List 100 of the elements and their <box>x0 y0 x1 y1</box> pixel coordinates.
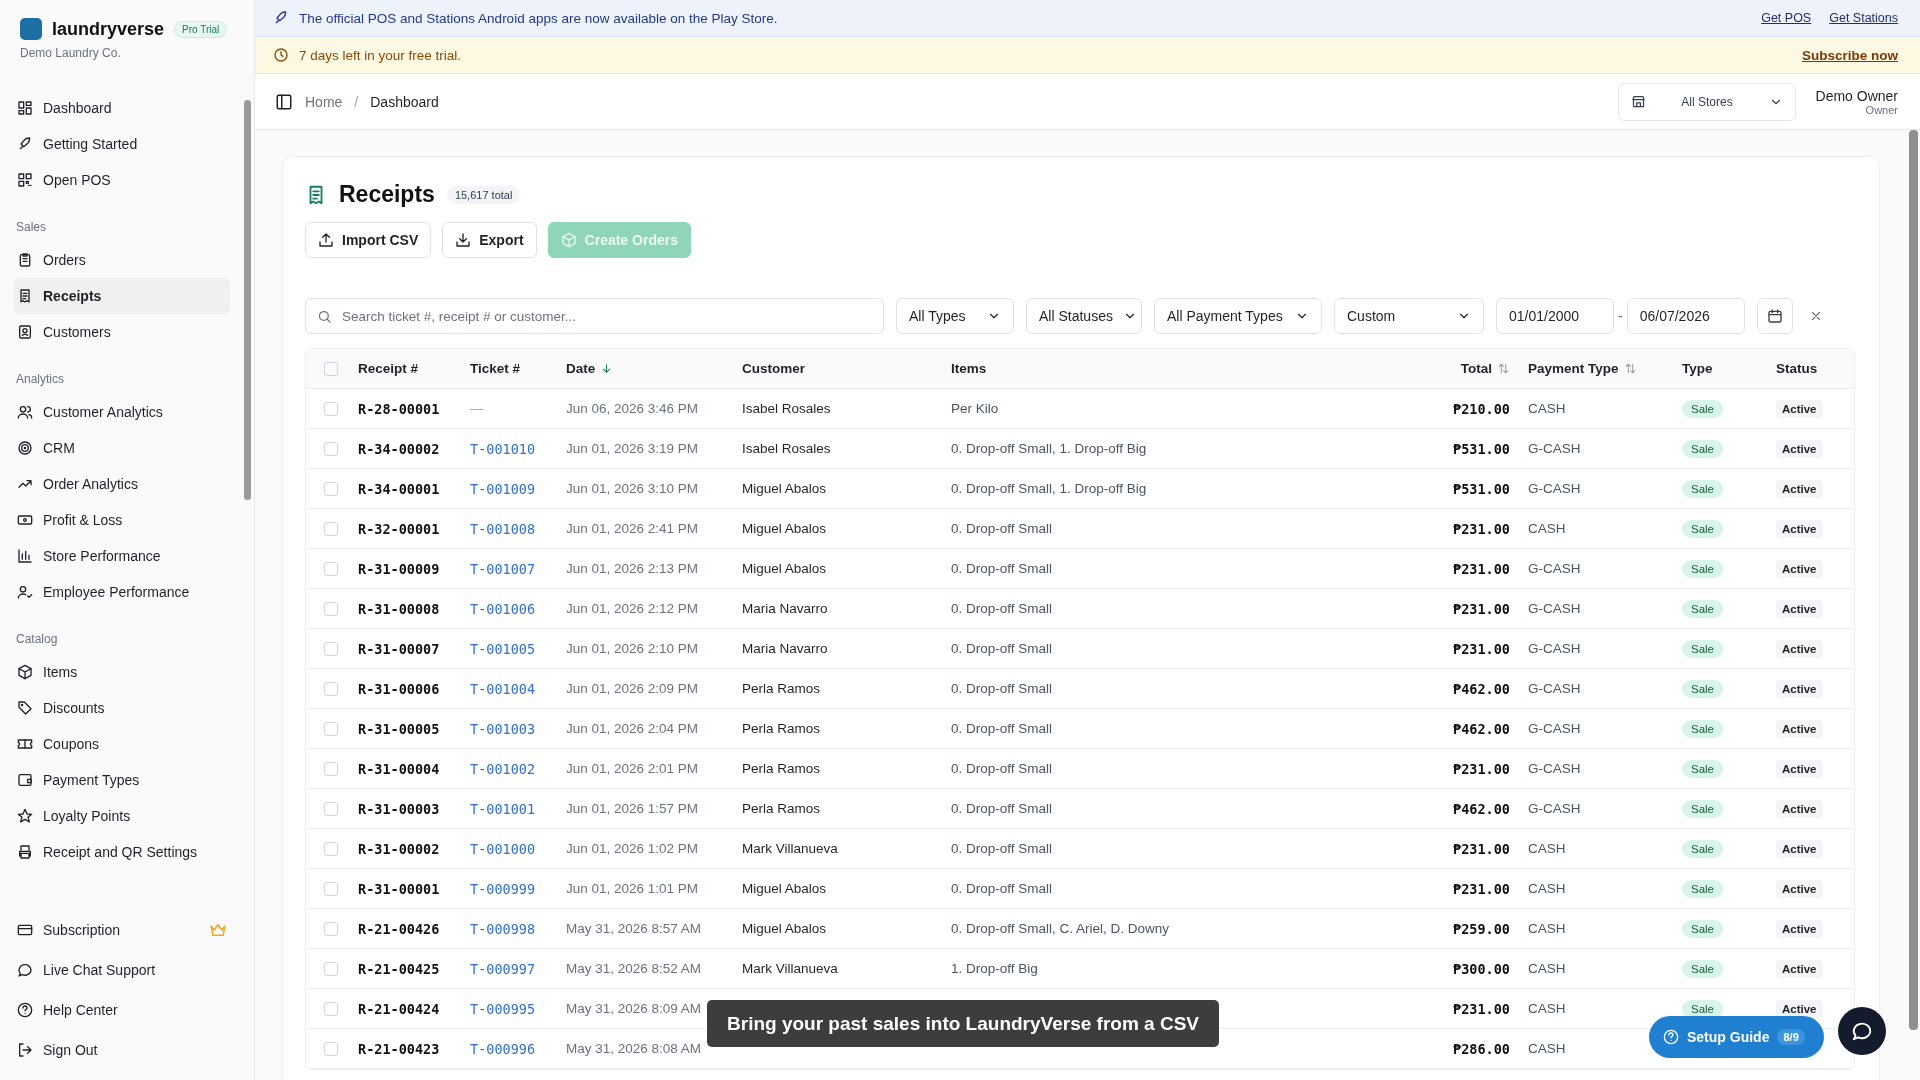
ticket-link[interactable]: T-001010 <box>470 440 536 457</box>
date-field[interactable]: 06/07/2026 <box>1626 298 1745 334</box>
type-tag: Sale <box>1682 479 1724 498</box>
setup-guide-button[interactable]: Setup Guide 8/9 <box>1649 1016 1824 1058</box>
sidebar-item[interactable]: Order Analytics <box>14 466 230 502</box>
sidebar-item[interactable]: Items <box>14 654 230 690</box>
action-button[interactable]: Import CSV <box>305 222 432 258</box>
store-select[interactable]: All Stores <box>1617 82 1796 121</box>
sidebar-item[interactable]: Payment Types <box>14 762 230 798</box>
sidebar-item[interactable]: Profit & Loss <box>14 502 230 538</box>
breadcrumb-link[interactable]: Dashboard <box>370 93 439 110</box>
ticket-link[interactable]: T-001002 <box>470 760 536 777</box>
scrollbar[interactable] <box>1909 130 1918 1030</box>
sidebar-item[interactable]: Discounts <box>14 690 230 726</box>
sidebar-item[interactable]: Receipt and QR Settings <box>14 834 230 870</box>
search-field[interactable]: Search ticket #, receipt # or customer... <box>305 298 884 334</box>
section-title: Sales <box>15 219 48 236</box>
row-checkbox[interactable] <box>324 881 338 896</box>
store-link[interactable]: Get Stations <box>1829 11 1898 25</box>
sidebar-item[interactable]: Orders <box>14 242 230 278</box>
ticket-link[interactable]: T-000995 <box>470 1000 536 1017</box>
row-checkbox[interactable] <box>324 721 338 736</box>
select-all-checkbox[interactable] <box>324 361 338 376</box>
row-checkbox[interactable] <box>324 601 338 616</box>
column-header: Type <box>1682 361 1713 376</box>
company-name: Demo Laundry Co. <box>19 45 122 60</box>
ticket-link[interactable]: T-000998 <box>470 920 536 937</box>
ticket-link[interactable]: T-001003 <box>470 720 536 737</box>
row-checkbox[interactable] <box>324 681 338 696</box>
sidebar-item[interactable]: Customers <box>14 314 230 350</box>
sidebar-item[interactable]: CRM <box>14 430 230 466</box>
sidebar-item[interactable]: Receipts <box>14 278 230 314</box>
row-checkbox[interactable] <box>324 441 338 456</box>
row-checkbox[interactable] <box>324 521 338 536</box>
items-cell: 1. Drop-off Big <box>951 961 1038 976</box>
sidebar-item[interactable]: Loyalty Points <box>14 798 230 834</box>
sidebar-item[interactable]: Help Center <box>14 990 230 1030</box>
row-checkbox[interactable] <box>324 641 338 656</box>
breadcrumb-link[interactable]: Home <box>305 93 343 110</box>
row-checkbox[interactable] <box>324 761 338 776</box>
type-tag: Sale <box>1682 679 1724 698</box>
date-cell: Jun 01, 2026 1:02 PM <box>566 841 699 856</box>
row-checkbox[interactable] <box>324 1001 338 1016</box>
row-checkbox[interactable] <box>324 921 338 936</box>
date-cell: May 31, 2026 8:52 AM <box>566 961 702 976</box>
sidebar-item[interactable]: Open POS <box>14 162 230 198</box>
status-tag: Active <box>1776 879 1823 898</box>
filter-select[interactable]: All Statuses <box>1026 298 1142 334</box>
sidebar-item[interactable]: Getting Started <box>14 126 230 162</box>
action-button[interactable]: Export <box>442 222 537 258</box>
total-cell: ₱231.00 <box>1453 760 1510 777</box>
column-header: Ticket # <box>470 361 521 376</box>
total-cell: ₱462.00 <box>1453 800 1510 817</box>
store-link[interactable]: Get POS <box>1761 11 1812 25</box>
type-tag: Sale <box>1682 839 1724 858</box>
row-checkbox[interactable] <box>324 1041 338 1056</box>
qr-code-icon <box>17 172 33 188</box>
sidebar-item[interactable]: Subscription <box>14 910 230 950</box>
sidebar-item[interactable]: Dashboard <box>14 90 230 126</box>
row-checkbox[interactable] <box>324 961 338 976</box>
sidebar-item[interactable]: Employee Performance <box>14 574 230 610</box>
customer-cell: Maria Navarro <box>742 601 828 616</box>
ticket-link[interactable]: T-001009 <box>470 480 536 497</box>
row-checkbox[interactable] <box>324 401 338 416</box>
filter-select[interactable]: All Payment Types <box>1154 298 1322 334</box>
row-checkbox[interactable] <box>324 561 338 576</box>
receipt-number: R-31-00009 <box>358 560 440 577</box>
ticket-link[interactable]: T-001005 <box>470 640 536 657</box>
column-header: Total <box>1460 361 1492 376</box>
column-header: Status <box>1776 361 1818 376</box>
ticket-link[interactable]: T-001001 <box>470 800 536 817</box>
credit-card-icon <box>17 922 33 938</box>
row-checkbox[interactable] <box>324 841 338 856</box>
sidebar-item[interactable]: Coupons <box>14 726 230 762</box>
row-checkbox[interactable] <box>324 801 338 816</box>
filter-select[interactable]: All Types <box>896 298 1014 334</box>
ticket-link[interactable]: T-001000 <box>470 840 536 857</box>
sidebar-item[interactable]: Sign Out <box>14 1030 230 1070</box>
scrollbar[interactable] <box>244 100 251 500</box>
row-checkbox[interactable] <box>324 481 338 496</box>
calendar-button[interactable] <box>1756 298 1793 334</box>
sidebar-item[interactable]: Customer Analytics <box>14 394 230 430</box>
payment-cell: G-CASH <box>1528 681 1581 696</box>
date-field[interactable]: 01/01/2000 <box>1496 298 1614 334</box>
ticket-link[interactable]: T-001004 <box>470 680 536 697</box>
status-tag: Active <box>1776 799 1823 818</box>
total-cell: ₱231.00 <box>1453 1000 1510 1017</box>
total-cell: ₱462.00 <box>1453 680 1510 697</box>
ticket-link[interactable]: T-001006 <box>470 600 536 617</box>
ticket-link[interactable]: T-000999 <box>470 880 536 897</box>
subscribe-link[interactable]: Subscribe now <box>1801 47 1898 63</box>
type-tag: Sale <box>1682 919 1724 938</box>
sidebar-item[interactable]: Live Chat Support <box>14 950 230 990</box>
ticket-link[interactable]: T-000996 <box>470 1040 536 1057</box>
sidebar-item[interactable]: Store Performance <box>14 538 230 574</box>
ticket-link[interactable]: T-001007 <box>470 560 536 577</box>
ticket-link[interactable]: T-000997 <box>470 960 536 977</box>
filter-select[interactable]: Custom <box>1334 298 1484 334</box>
date-cell: May 31, 2026 8:08 AM <box>566 1041 702 1056</box>
ticket-link[interactable]: T-001008 <box>470 520 536 537</box>
